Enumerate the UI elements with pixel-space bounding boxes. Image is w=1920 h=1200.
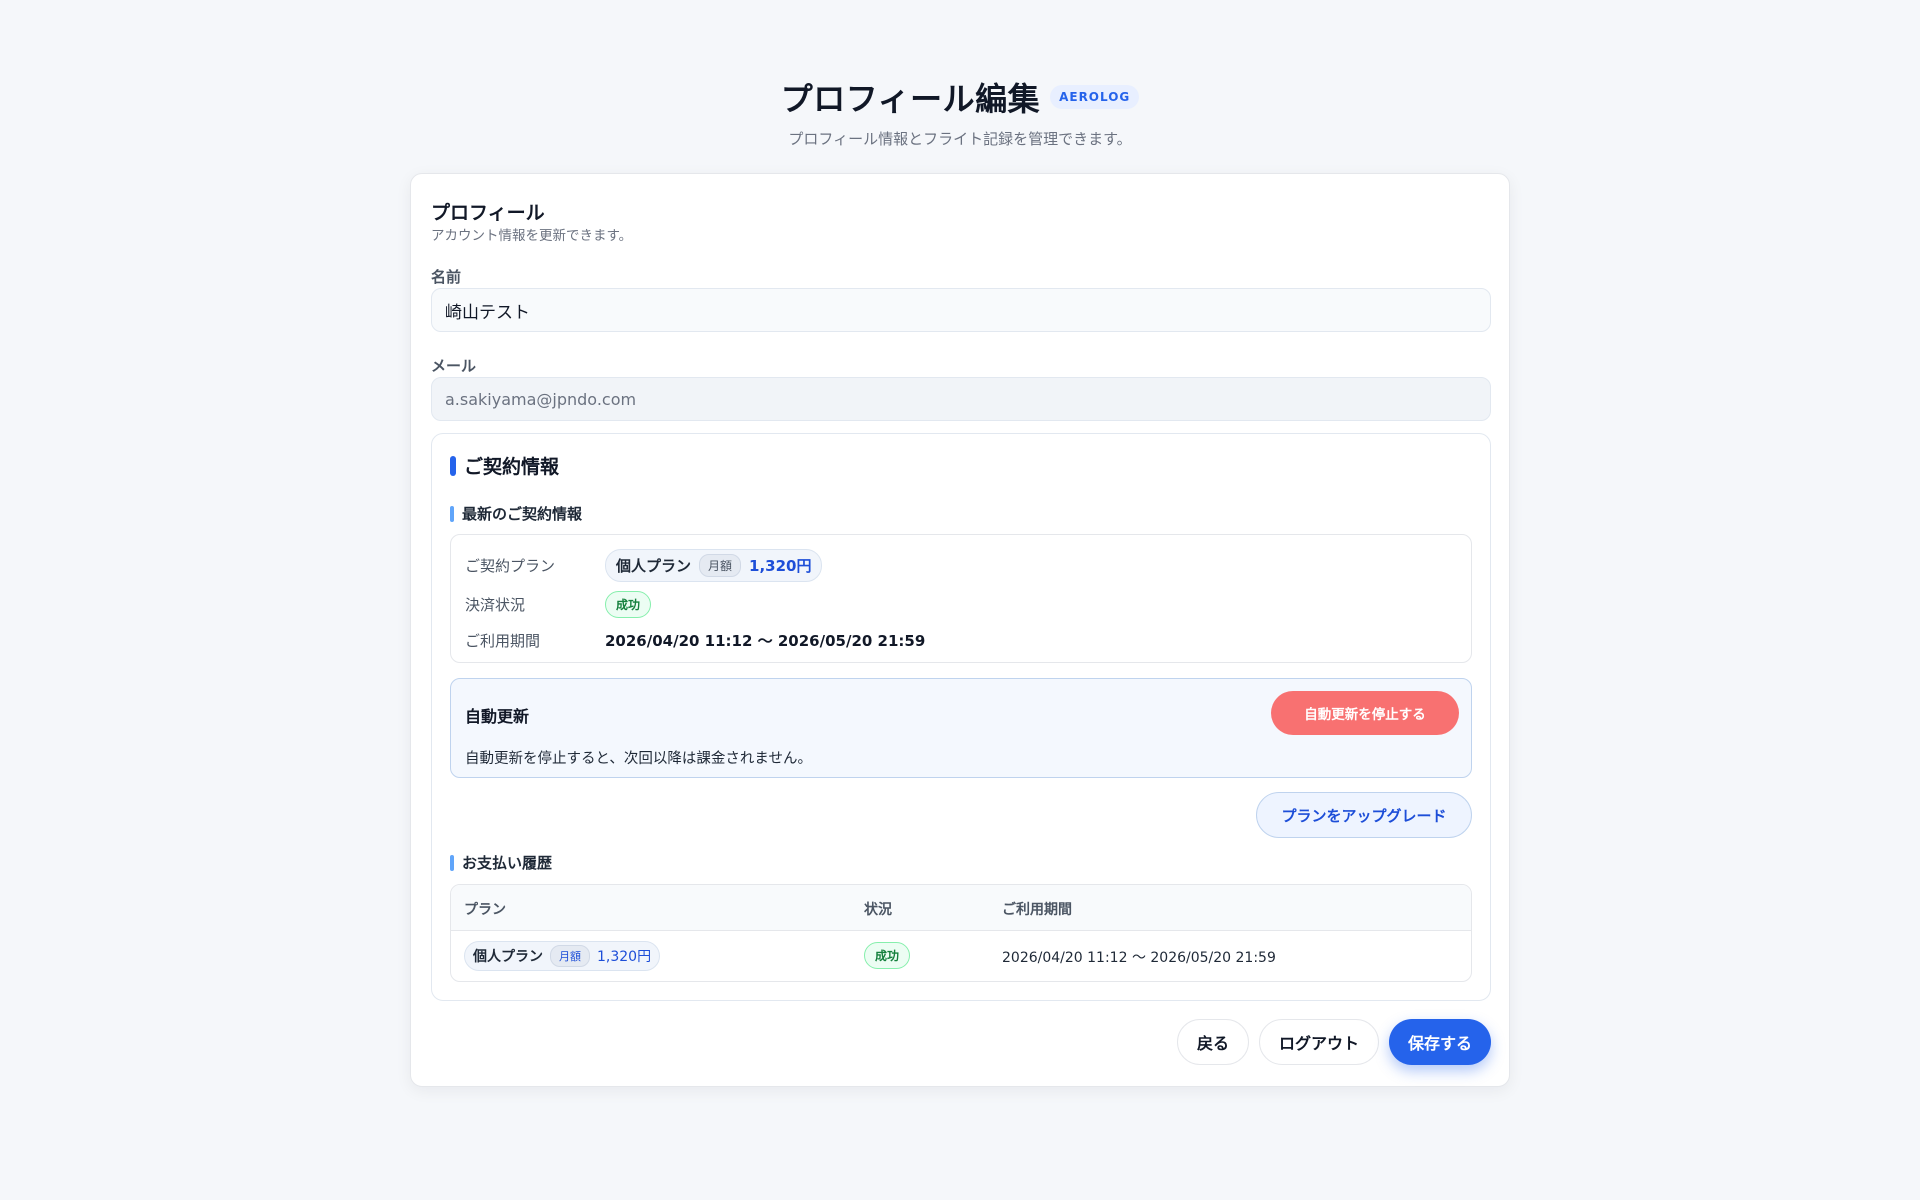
email-field: a.sakiyama@jpndo.com <box>431 377 1491 421</box>
payment-history-heading: お支払い履歴 <box>450 852 552 873</box>
profile-section-description: アカウント情報を更新できます。 <box>431 228 633 244</box>
brand-badge: AEROLOG <box>1050 85 1140 109</box>
payment-history-table: プラン 状況 ご利用期間 個人プラン 月額 1,320円 成功 2026/04/… <box>450 884 1472 982</box>
plan-period-tag: 月額 <box>699 554 742 577</box>
history-period-cell: 2026/04/20 11:12 〜 2026/05/20 21:59 <box>1002 950 1276 966</box>
usage-row: ご利用期間 2026/04/20 11:12 〜 2026/05/20 21:5… <box>465 630 925 651</box>
latest-contract-title: 最新のご契約情報 <box>462 505 583 523</box>
back-button[interactable]: 戻る <box>1177 1019 1249 1065</box>
auto-renew-description: 自動更新を停止すると、次回以降は課金されません。 <box>465 751 812 767</box>
plan-name: 個人プラン <box>616 557 692 575</box>
contract-section: ご契約情報 最新のご契約情報 ご契約プラン 個人プラン 月額 1,320円 決済… <box>431 433 1491 1001</box>
history-plan-name: 個人プラン <box>473 949 543 965</box>
payment-label: 決済状況 <box>465 596 526 614</box>
name-input[interactable]: 崎山テスト <box>431 288 1491 332</box>
history-status-badge: 成功 <box>864 942 911 969</box>
upgrade-plan-button[interactable]: プランをアップグレード <box>1256 792 1472 838</box>
page-title: プロフィール編集 <box>780 80 1041 118</box>
plan-label: ご契約プラン <box>465 557 556 575</box>
logout-button[interactable]: ログアウト <box>1259 1019 1379 1065</box>
usage-period: 2026/04/20 11:12 〜 2026/05/20 21:59 <box>605 632 926 650</box>
payment-status-badge: 成功 <box>605 591 652 618</box>
column-header-status: 状況 <box>864 902 892 918</box>
auto-renew-title: 自動更新 <box>465 707 530 726</box>
profile-section-title: プロフィール <box>431 202 545 224</box>
usage-label: ご利用期間 <box>465 632 541 650</box>
history-plan-pill: 個人プラン 月額 1,320円 <box>464 941 661 971</box>
payment-history-title: お支払い履歴 <box>462 854 553 872</box>
subheading-accent-bar <box>450 505 454 522</box>
title-row: プロフィール編集 AEROLOG <box>781 74 1140 120</box>
save-button[interactable]: 保存する <box>1389 1019 1491 1065</box>
plan-price: 1,320円 <box>749 557 812 575</box>
profile-card: プロフィール アカウント情報を更新できます。 名前 崎山テスト メール a.sa… <box>410 173 1510 1087</box>
history-plan-cell: 個人プラン 月額 1,320円 <box>464 941 661 971</box>
history-status-cell: 成功 <box>864 942 911 969</box>
stop-auto-renew-button[interactable]: 自動更新を停止する <box>1271 691 1459 735</box>
page-header: プロフィール編集 AEROLOG プロフィール情報とフライト記録を管理できます。 <box>0 74 1920 149</box>
email-label: メール <box>431 357 477 375</box>
table-row: 個人プラン 月額 1,320円 成功 2026/04/20 11:12 〜 20… <box>451 931 1471 981</box>
contract-title: ご契約情報 <box>464 456 560 478</box>
history-plan-price: 1,320円 <box>597 949 652 965</box>
subheading-accent-bar <box>450 854 454 871</box>
name-label: 名前 <box>431 268 462 286</box>
history-plan-period-tag: 月額 <box>550 945 590 967</box>
plan-pill: 個人プラン 月額 1,320円 <box>605 549 823 582</box>
contract-heading: ご契約情報 <box>450 452 559 479</box>
email-field-value: a.sakiyama@jpndo.com <box>445 389 637 409</box>
plan-row: ご契約プラン 個人プラン 月額 1,320円 <box>465 549 823 582</box>
payment-row: 決済状況 成功 <box>465 591 652 618</box>
column-header-plan: プラン <box>464 902 506 918</box>
name-input-value: 崎山テスト <box>445 302 530 323</box>
table-header-row: プラン 状況 ご利用期間 <box>451 885 1471 931</box>
latest-contract-heading: 最新のご契約情報 <box>450 503 582 524</box>
auto-renew-panel: 自動更新 自動更新を停止する 自動更新を停止すると、次回以降は課金されません。 <box>450 678 1472 778</box>
latest-contract-info: ご契約プラン 個人プラン 月額 1,320円 決済状況 成功 ご利用期間 202… <box>450 534 1472 663</box>
page-subtitle: プロフィール情報とフライト記録を管理できます。 <box>788 130 1132 148</box>
heading-accent-bar <box>450 455 456 476</box>
column-header-period: ご利用期間 <box>1002 902 1072 918</box>
